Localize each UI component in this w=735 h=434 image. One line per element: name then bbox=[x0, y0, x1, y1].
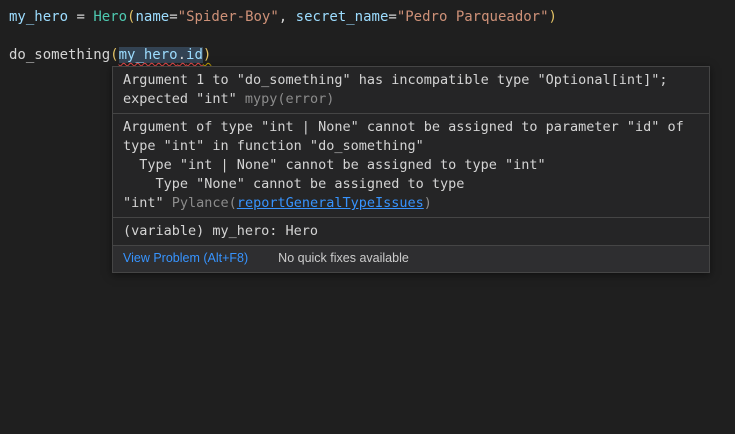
text-segment: "Pedro Parqueador" bbox=[397, 9, 549, 25]
view-problem-link[interactable]: View Problem (Alt+F8) bbox=[123, 251, 248, 266]
text-segment: ) bbox=[203, 47, 211, 63]
text-segment: Type "None" cannot be assigned to type bbox=[123, 176, 464, 192]
text-segment: name bbox=[135, 9, 169, 25]
diagnostic-source-mypy: mypy(error) bbox=[245, 91, 334, 107]
text-segment: ) bbox=[549, 9, 557, 25]
hover-status-bar: View Problem (Alt+F8) No quick fixes ava… bbox=[113, 245, 709, 272]
diagnostics-hover-tooltip: Argument 1 to "do_something" has incompa… bbox=[112, 66, 710, 273]
hover-text-line: Argument of type "int | None" cannot be … bbox=[123, 118, 699, 137]
text-segment: , bbox=[279, 9, 296, 25]
hover-text-line: (variable) my_hero: Hero bbox=[123, 222, 699, 241]
text-segment: = bbox=[169, 9, 177, 25]
hover-text-line: Type "None" cannot be assigned to type bbox=[123, 175, 699, 194]
pylance-diagnostic: Argument of type "int | None" cannot be … bbox=[113, 113, 709, 217]
report-general-type-issues-link[interactable]: reportGeneralTypeIssues bbox=[237, 195, 424, 211]
symbol-info: (variable) my_hero: Hero bbox=[113, 217, 709, 245]
hover-text-line: Type "int | None" cannot be assigned to … bbox=[123, 156, 699, 175]
hover-text-line: expected "int" mypy(error) bbox=[123, 90, 699, 109]
text-segment: "Spider-Boy" bbox=[178, 9, 279, 25]
text-segment: type "int" in function "do_something" bbox=[123, 138, 424, 154]
text-segment: expected "int" bbox=[123, 91, 245, 107]
code-line[interactable]: my_hero = Hero(name="Spider-Boy", secret… bbox=[9, 8, 735, 27]
text-segment: my_hero bbox=[119, 47, 178, 63]
text-segment: id bbox=[186, 47, 203, 63]
text-segment: Argument 1 to "do_something" has incompa… bbox=[123, 72, 668, 88]
text-segment: (variable) my_hero: Hero bbox=[123, 223, 318, 239]
text-segment: = bbox=[388, 9, 396, 25]
text-segment: my_hero bbox=[9, 9, 68, 25]
diagnostic-source-pylance-close: ) bbox=[424, 195, 432, 211]
text-segment: . bbox=[178, 47, 186, 63]
hover-text-line: type "int" in function "do_something" bbox=[123, 137, 699, 156]
text-segment: Hero bbox=[93, 9, 127, 25]
hover-text-line: Argument 1 to "do_something" has incompa… bbox=[123, 71, 699, 90]
text-segment: secret_name bbox=[296, 9, 389, 25]
code-line[interactable] bbox=[9, 27, 735, 46]
text-segment: do_something bbox=[9, 47, 110, 63]
mypy-diagnostic: Argument 1 to "do_something" has incompa… bbox=[113, 67, 709, 113]
code-editor[interactable]: my_hero = Hero(name="Spider-Boy", secret… bbox=[9, 8, 735, 65]
diagnostic-source-pylance: Pylance( bbox=[172, 195, 237, 211]
no-quick-fixes-label: No quick fixes available bbox=[278, 251, 409, 266]
code-line[interactable]: do_something(my_hero.id) bbox=[9, 46, 735, 65]
text-segment: Type "int | None" cannot be assigned to … bbox=[123, 157, 546, 173]
text-segment: = bbox=[76, 9, 84, 25]
hover-text-line: "int" Pylance(reportGeneralTypeIssues) bbox=[123, 194, 699, 213]
text-segment: "int" bbox=[123, 195, 172, 211]
text-segment: Argument of type "int | None" cannot be … bbox=[123, 119, 684, 135]
text-segment: ( bbox=[110, 47, 118, 63]
